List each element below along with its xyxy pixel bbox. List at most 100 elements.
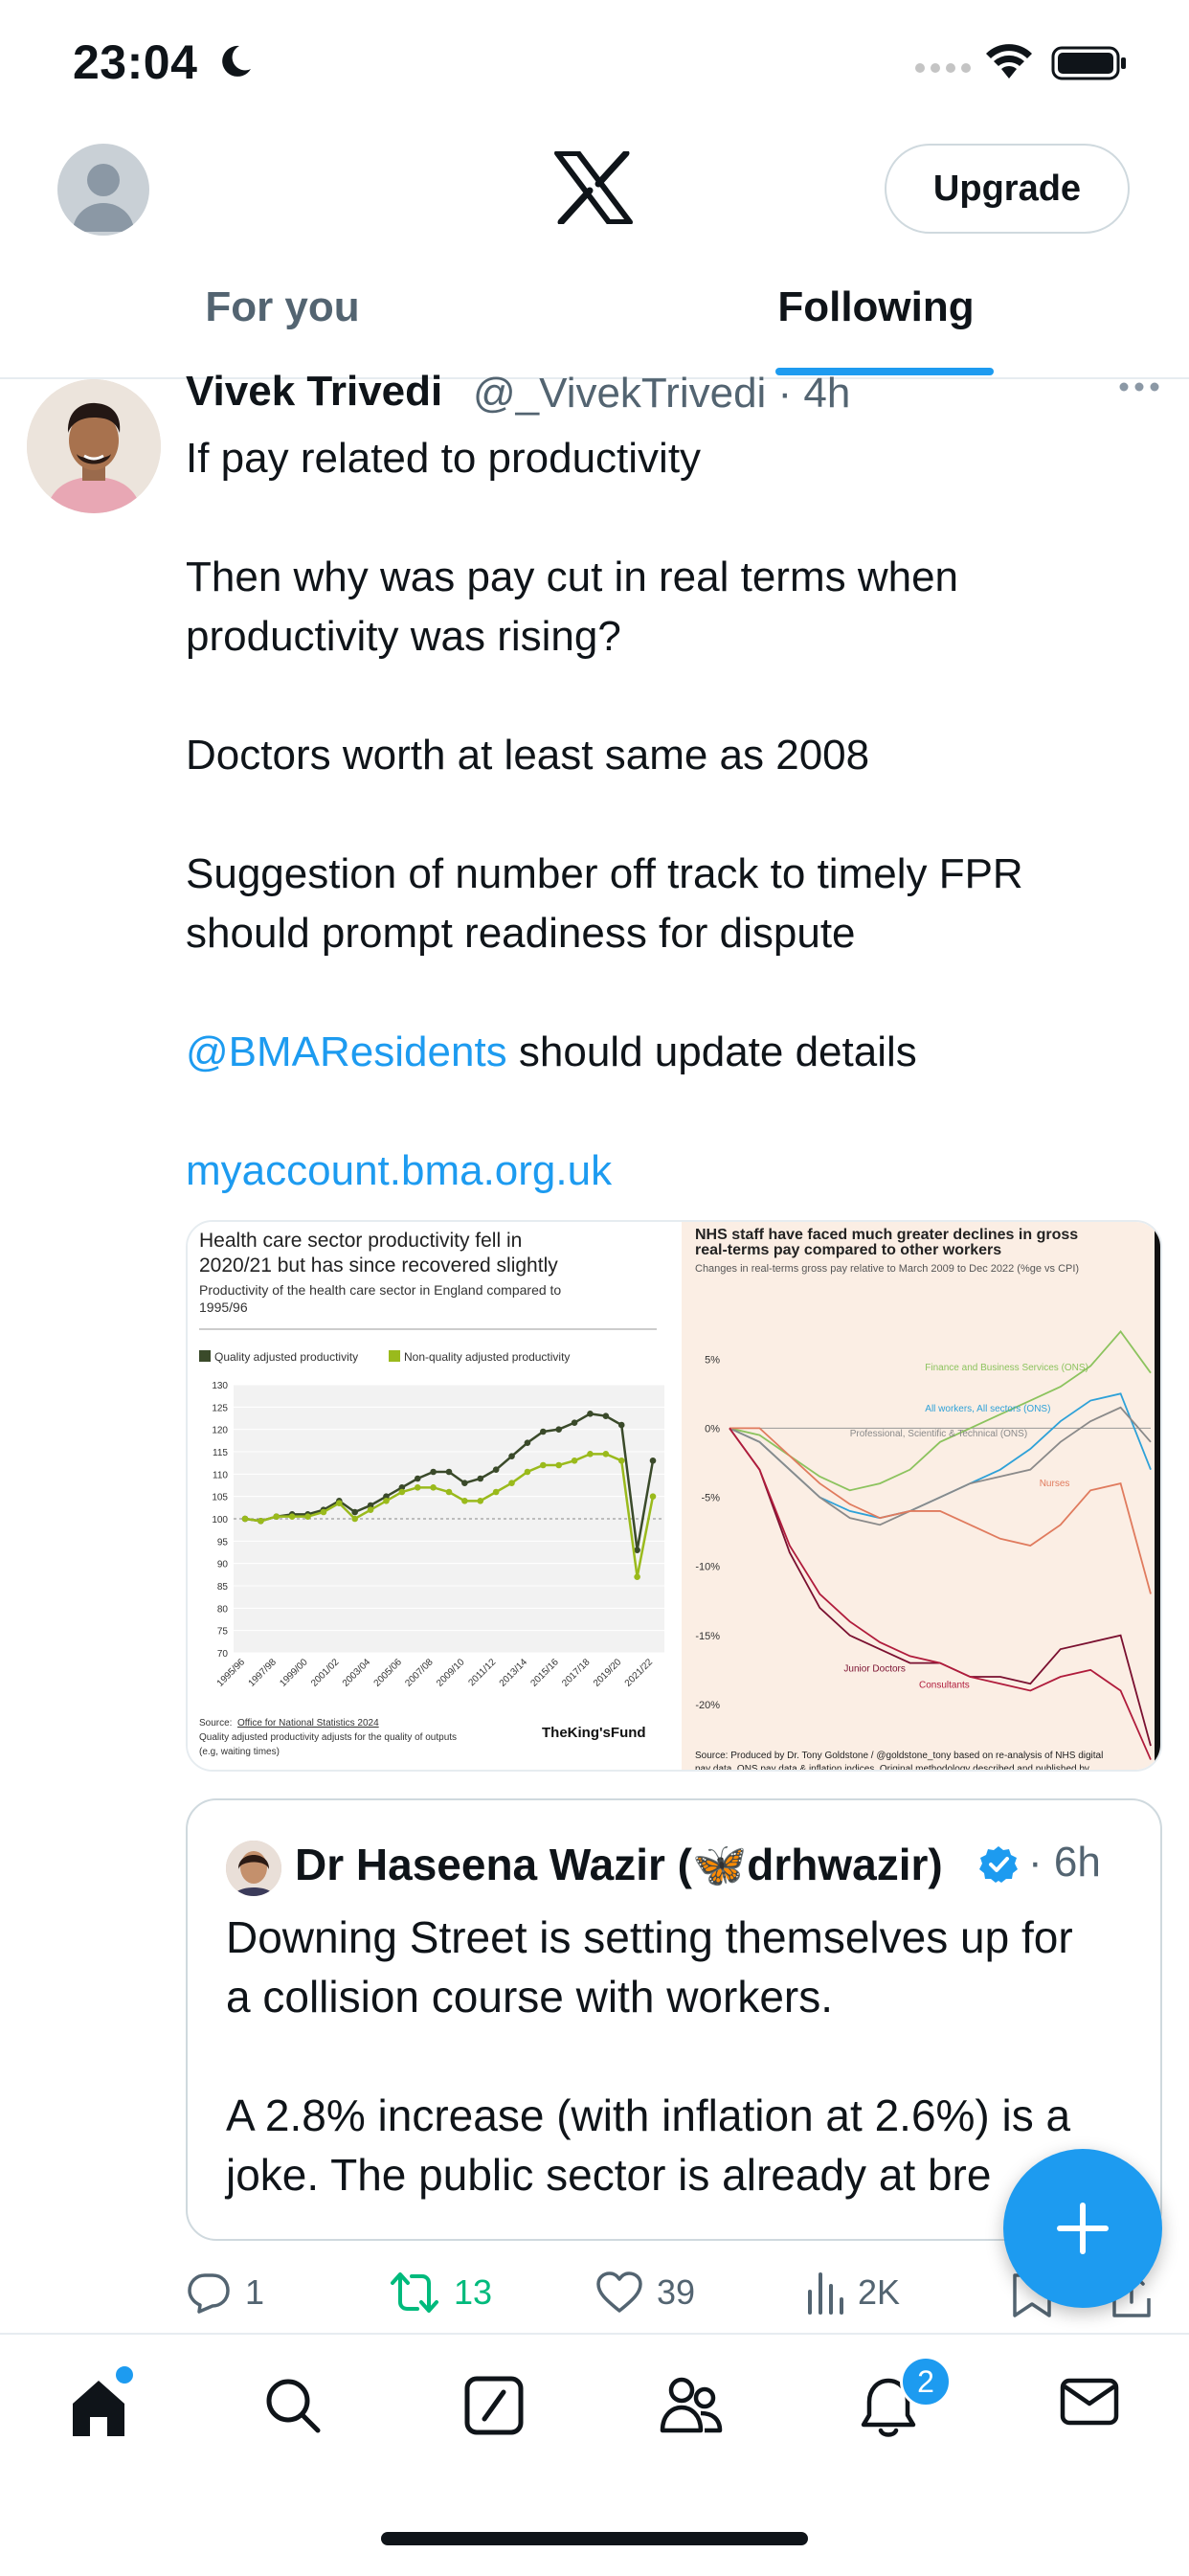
author-name[interactable]: Vivek Trivedi	[186, 368, 442, 416]
tweet-text-line: Doctors worth at least same as 2008	[186, 732, 870, 779]
productivity-chart: Health care sector productivity fell in …	[199, 1230, 664, 1757]
home-unread-dot	[113, 2363, 136, 2386]
data-point	[383, 1498, 390, 1504]
data-point	[571, 1457, 578, 1464]
tweet-media[interactable]: Health care sector productivity fell in …	[186, 1220, 1162, 1772]
series-label: Finance and Business Services (ONS)	[925, 1363, 1088, 1373]
x-tick-label: 1999/00	[278, 1657, 310, 1689]
series-label: Nurses	[1040, 1479, 1070, 1489]
data-point	[398, 1488, 406, 1496]
chart-note: (e.g, waiting times)	[199, 1747, 280, 1757]
data-point	[273, 1513, 280, 1520]
quote-text-line: joke. The public sector is already at br…	[226, 2150, 992, 2200]
legend-label: Non-quality adjusted productivity	[404, 1350, 570, 1364]
chart-source: Source: Produced by Dr. Tony Goldstone /…	[695, 1751, 1103, 1761]
mention-link[interactable]: @BMAResidents	[186, 1028, 507, 1075]
y-tick-label: 130	[212, 1381, 228, 1391]
compose-post-button[interactable]	[1003, 2149, 1162, 2308]
author-handle[interactable]: @_VivekTrivedi · 4h	[473, 370, 850, 418]
reply-count: 1	[245, 2272, 265, 2312]
y-tick-label: 125	[212, 1403, 228, 1413]
more-options-icon[interactable]	[1118, 381, 1160, 393]
data-point	[649, 1457, 657, 1464]
wifi-icon	[986, 44, 1032, 79]
series-line	[729, 1427, 1152, 1747]
y-tick-label: 70	[217, 1649, 229, 1660]
grok-icon[interactable]	[463, 2375, 525, 2436]
views-icon	[808, 2272, 843, 2315]
y-tick-label: 0%	[705, 1423, 720, 1435]
data-point	[461, 1498, 468, 1504]
data-point	[320, 1508, 327, 1516]
series-label: Junior Doctors	[843, 1663, 905, 1674]
data-point	[430, 1468, 437, 1476]
data-point	[351, 1515, 358, 1523]
y-tick-label: 85	[217, 1582, 229, 1593]
tweet-text-line: Then why was pay cut in real terms when	[186, 554, 959, 600]
x-tick-label: 2015/16	[528, 1657, 561, 1689]
legend-swatch-non-quality	[389, 1350, 400, 1362]
x-tick-label: 2017/18	[560, 1657, 593, 1689]
views-button[interactable]: 2K	[806, 2266, 900, 2319]
upgrade-button[interactable]: Upgrade	[885, 144, 1130, 234]
data-point	[241, 1515, 249, 1523]
y-tick-label: -20%	[695, 1700, 720, 1711]
mention-rest: should update details	[506, 1028, 917, 1075]
chart-note: Quality adjusted productivity adjusts fo…	[199, 1732, 457, 1743]
data-point	[587, 1451, 594, 1457]
tweet-link[interactable]: myaccount.bma.org.uk	[186, 1141, 1143, 1201]
data-point	[524, 1439, 531, 1446]
y-tick-label: 75	[217, 1627, 229, 1638]
repost-button[interactable]: 13	[389, 2266, 492, 2319]
data-point	[602, 1412, 610, 1419]
quote-author-name[interactable]: Dr Haseena Wazir (🦋drhwazir)	[295, 1839, 943, 1891]
data-point	[555, 1461, 562, 1469]
communities-icon[interactable]	[657, 2375, 726, 2436]
like-button[interactable]: 39	[595, 2266, 695, 2319]
media-image-productivity-chart[interactable]: Health care sector productivity fell in …	[188, 1222, 676, 1770]
views-count: 2K	[858, 2272, 901, 2312]
data-point	[587, 1411, 594, 1417]
reply-button[interactable]: 1	[186, 2266, 264, 2319]
y-tick-label: 100	[212, 1515, 228, 1525]
media-image-nhs-pay-chart[interactable]: NHS staff have faced much greater declin…	[682, 1222, 1160, 1770]
x-tick-label: 1997/98	[247, 1657, 280, 1689]
legend-label: Quality adjusted productivity	[214, 1350, 358, 1364]
tab-following[interactable]: Following	[756, 283, 996, 331]
series-line	[729, 1406, 1152, 1526]
data-point	[367, 1506, 374, 1513]
legend-swatch-quality	[199, 1350, 211, 1362]
data-point	[540, 1461, 547, 1469]
tab-for-you[interactable]: For you	[163, 283, 402, 331]
author-avatar[interactable]	[27, 379, 161, 513]
x-tick-label: 2011/12	[466, 1657, 498, 1688]
data-point	[477, 1498, 484, 1504]
data-point	[304, 1513, 311, 1520]
data-point	[414, 1484, 421, 1491]
data-point	[524, 1468, 531, 1476]
tweet-mention-line: @BMAResidents should update details	[186, 1023, 1143, 1082]
messages-icon[interactable]	[1059, 2375, 1120, 2429]
series-label: All workers, All sectors (ONS)	[925, 1404, 1050, 1414]
quote-text-line: A 2.8% increase (with inflation at 2.6%)…	[226, 2090, 1071, 2140]
series-label: Consultants	[919, 1681, 970, 1691]
like-count: 39	[657, 2272, 696, 2312]
data-point	[492, 1466, 500, 1473]
data-point	[351, 1508, 358, 1516]
x-logo-icon[interactable]	[553, 151, 634, 224]
y-tick-label: -10%	[695, 1562, 720, 1573]
moon-icon	[222, 45, 251, 77]
x-tick-label: 1995/96	[215, 1657, 248, 1689]
chart-subtitle: Productivity of the health care sector i…	[199, 1282, 561, 1298]
search-icon[interactable]	[262, 2375, 324, 2436]
x-tick-label: 2001/02	[309, 1657, 342, 1689]
chart-subtitle: 1995/96	[199, 1299, 248, 1315]
y-tick-label: -5%	[701, 1493, 720, 1504]
x-tick-label: 2021/22	[623, 1657, 656, 1689]
quoted-tweet[interactable]: Dr Haseena Wazir (🦋drhwazir) · 6h Downin…	[186, 1798, 1162, 2241]
data-point	[477, 1475, 484, 1482]
y-tick-label: 110	[213, 1470, 228, 1480]
profile-avatar[interactable]	[57, 144, 149, 236]
quote-author-avatar[interactable]	[226, 1841, 281, 1896]
chart-subtitle: Changes in real-terms gross pay relative…	[695, 1263, 1079, 1275]
